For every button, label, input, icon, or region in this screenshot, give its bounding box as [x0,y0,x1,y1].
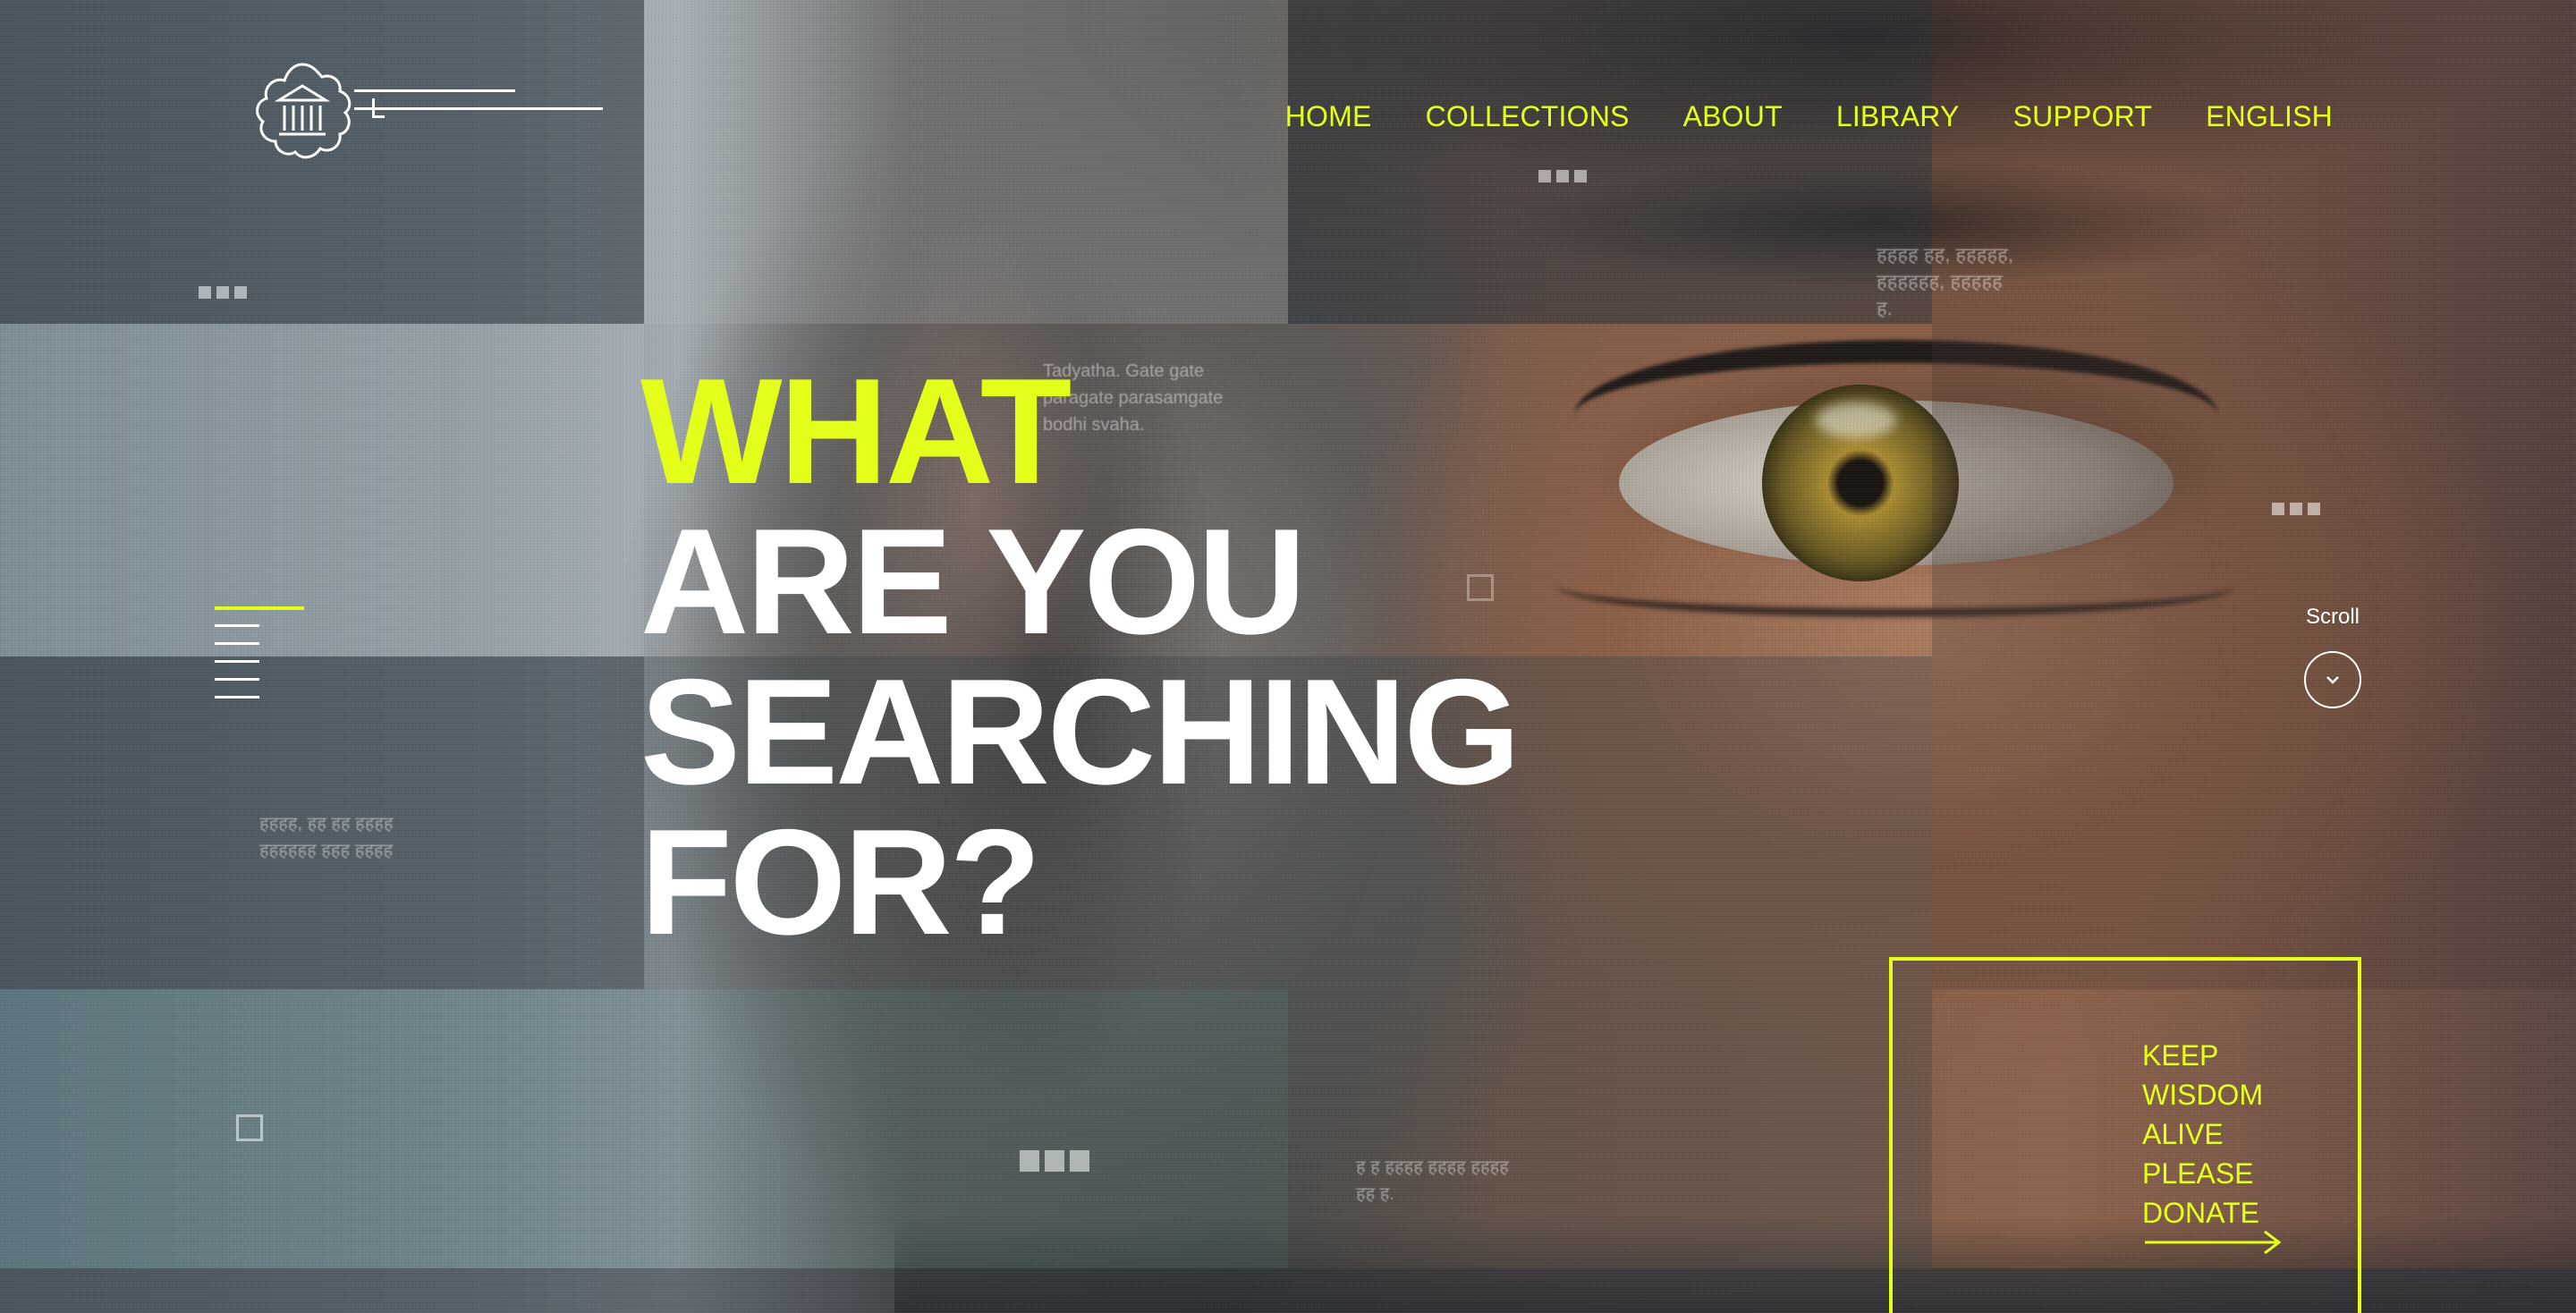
donate-line: ALIVE [2142,1118,2224,1150]
nav-library[interactable]: LIBRARY [1836,100,1960,133]
decor-square [236,1114,263,1141]
donate-line: KEEP [2142,1039,2219,1072]
script-snippet-top: हहहह हह, हहहहह, हहहहहह, हहहहह ह. [1877,243,2013,319]
hero-line-3: SEARCHING [640,648,1521,816]
scroll-label: Scroll [2306,605,2360,629]
decor-dots [1538,170,1587,182]
donate-line: WISDOM [2142,1079,2264,1111]
hero-line-2: ARE YOU [640,497,1306,665]
nav-support[interactable]: SUPPORT [2013,100,2153,133]
nav-home[interactable]: HOME [1285,100,1372,133]
hero-line-4: FOR? [640,798,1041,966]
hamburger-menu-icon[interactable] [215,606,304,705]
arrow-right-icon[interactable] [2143,1229,2286,1256]
hero-line-1: WHAT [640,347,1072,515]
donate-line: PLEASE [2142,1157,2254,1190]
chevron-down-icon [2326,676,2339,684]
nav-collections[interactable]: COLLECTIONS [1426,100,1630,133]
decor-dots [199,286,247,299]
scroll-down-button[interactable] [2304,651,2361,708]
temple-emblem-icon[interactable] [250,59,354,163]
nav-english[interactable]: ENGLISH [2206,100,2333,133]
script-snippet-left: हहहह, हह हह हहहह हहहहहह हहह हहहह [259,814,394,860]
nav-about[interactable]: ABOUT [1683,100,1783,133]
donate-line: DONATE [2142,1197,2259,1229]
decor-dots [2272,503,2320,515]
decor-dots [1020,1150,1089,1172]
script-snippet-bottom: ह ह हहहह हहहह हहहह हह ह. [1356,1157,1509,1204]
donate-link[interactable]: KEEP WISDOM ALIVE PLEASE DONATE [2142,1036,2339,1233]
logo-wordmark-lines [354,89,605,161]
hero-headline: WHAT ARE YOU SEARCHING FOR? [640,347,1521,966]
main-nav: HOME COLLECTIONS ABOUT LIBRARY SUPPORT E… [1232,100,2333,133]
